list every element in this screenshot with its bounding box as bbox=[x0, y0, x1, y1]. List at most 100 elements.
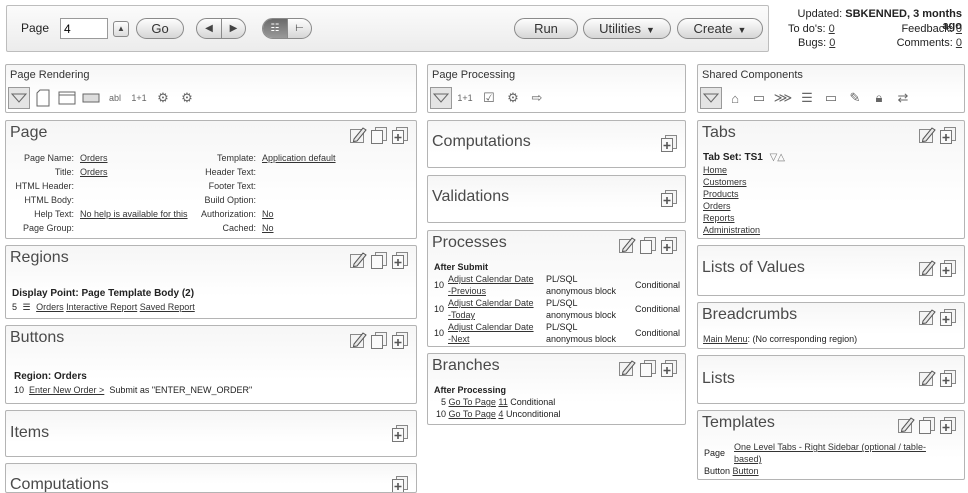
swap-arrows-icon[interactable]: ⇄ bbox=[892, 87, 914, 109]
go-button[interactable]: Go bbox=[136, 18, 184, 39]
lock-icon[interactable]: 🔒︎ bbox=[868, 87, 890, 109]
add-icon[interactable] bbox=[390, 250, 410, 270]
edit-icon[interactable] bbox=[348, 125, 368, 145]
tab-set-toggle-icon[interactable]: ▽△ bbox=[770, 152, 785, 163]
copy-icon[interactable] bbox=[638, 235, 658, 255]
text-item-icon[interactable]: abl bbox=[104, 87, 126, 109]
add-icon[interactable] bbox=[938, 368, 958, 388]
tabs-icon[interactable]: ⌂ bbox=[724, 87, 746, 109]
region-icon[interactable] bbox=[56, 87, 78, 109]
process-gear-icon[interactable]: ⚙ bbox=[502, 87, 524, 109]
enter-new-order-link[interactable]: Enter New Order > bbox=[29, 385, 104, 395]
edit-icon[interactable] bbox=[617, 235, 637, 255]
process-name-link-2[interactable]: -Next bbox=[448, 333, 470, 345]
page-name-link[interactable]: Orders bbox=[80, 151, 108, 165]
copy-icon[interactable] bbox=[369, 250, 389, 270]
bugs-link[interactable]: 0 bbox=[829, 37, 835, 49]
shared-components-toolbar: Shared Components ⌂ ▭ ⋙ ☰ ▭ ✎ 🔒︎ ⇄ bbox=[697, 64, 965, 113]
branch-page-link[interactable]: 11 bbox=[498, 397, 507, 407]
component-view-icon[interactable] bbox=[430, 87, 452, 109]
tab-link-orders[interactable]: Orders bbox=[703, 201, 731, 211]
edit-icon[interactable] bbox=[348, 330, 368, 350]
add-icon[interactable] bbox=[938, 307, 958, 327]
region-type-link[interactable]: Interactive Report bbox=[66, 302, 137, 312]
edit-icon[interactable] bbox=[917, 258, 937, 278]
template-link[interactable]: Application default bbox=[262, 151, 336, 165]
process-name-link-2[interactable]: -Today bbox=[448, 309, 475, 321]
tab-link-administration[interactable]: Administration bbox=[703, 225, 760, 235]
copy-icon[interactable] bbox=[369, 125, 389, 145]
edit-icon[interactable] bbox=[896, 415, 916, 435]
add-icon[interactable] bbox=[659, 235, 679, 255]
run-button[interactable]: Run bbox=[514, 18, 578, 39]
template-icon[interactable]: ▭ bbox=[820, 87, 842, 109]
shared-gears-icon[interactable]: ⚙ bbox=[176, 87, 198, 109]
copy-icon[interactable] bbox=[638, 358, 658, 378]
tab-link-home[interactable]: Home bbox=[703, 165, 727, 175]
computation-icon[interactable]: 1+1 bbox=[454, 87, 476, 109]
button-icon[interactable] bbox=[80, 87, 102, 109]
edit-icon[interactable] bbox=[917, 307, 937, 327]
process-name-link[interactable]: Adjust Calendar Date bbox=[448, 297, 534, 309]
edit-icon[interactable] bbox=[917, 368, 937, 388]
detail-view-icon[interactable]: ☷ bbox=[263, 19, 287, 38]
button-template-link[interactable]: Button bbox=[733, 466, 759, 476]
tab-link-customers[interactable]: Customers bbox=[703, 177, 747, 187]
process-name-link[interactable]: Adjust Calendar Date bbox=[448, 321, 534, 333]
branch-link[interactable]: Go To Page bbox=[449, 397, 496, 407]
breadcrumb-icon[interactable]: ⋙ bbox=[772, 87, 794, 109]
help-text-link[interactable]: No help is available for this bbox=[80, 207, 188, 221]
process-gear-icon[interactable]: ⚙ bbox=[152, 87, 174, 109]
page-template-link-cont[interactable]: based) bbox=[734, 454, 762, 464]
component-view-icon[interactable] bbox=[8, 87, 30, 109]
branch-arrow-icon[interactable]: ⇨ bbox=[526, 87, 548, 109]
next-icon[interactable]: ▶ bbox=[221, 19, 245, 38]
edit-icon[interactable] bbox=[348, 250, 368, 270]
tree-view-icon[interactable]: ⊢ bbox=[287, 19, 311, 38]
feedback-link[interactable]: 0 bbox=[956, 23, 962, 35]
copy-icon[interactable] bbox=[917, 415, 937, 435]
add-icon[interactable] bbox=[659, 188, 679, 208]
prev-icon[interactable]: ◀ bbox=[197, 19, 221, 38]
process-name-link[interactable]: Adjust Calendar Date bbox=[448, 273, 534, 285]
add-icon[interactable] bbox=[659, 358, 679, 378]
utilities-button[interactable]: Utilities ▼ bbox=[583, 18, 671, 39]
processes-panel-title: Processes bbox=[432, 234, 507, 251]
saved-report-link[interactable]: Saved Report bbox=[140, 302, 195, 312]
add-icon[interactable] bbox=[659, 133, 679, 153]
page-icon[interactable] bbox=[32, 87, 54, 109]
component-view-icon[interactable] bbox=[700, 87, 722, 109]
edit-icon[interactable] bbox=[617, 358, 637, 378]
up-arrow-icon[interactable]: ▲ bbox=[113, 21, 129, 37]
items-panel-title: Items bbox=[10, 424, 50, 441]
computation-icon[interactable]: 1+1 bbox=[128, 87, 150, 109]
add-icon[interactable] bbox=[390, 423, 410, 443]
page-number-input[interactable] bbox=[60, 18, 108, 39]
branch-page-link[interactable]: 4 bbox=[498, 409, 503, 419]
add-icon[interactable] bbox=[938, 258, 958, 278]
tab-link-products[interactable]: Products bbox=[703, 189, 739, 199]
add-icon[interactable] bbox=[390, 330, 410, 350]
theme-brush-icon[interactable]: ✎ bbox=[844, 87, 866, 109]
lov-icon[interactable]: ▭ bbox=[748, 87, 770, 109]
validation-check-icon[interactable]: ☑ bbox=[478, 87, 500, 109]
page-attributes-left: Page Name: Orders Title: Orders HTML Heade… bbox=[8, 151, 188, 235]
todos-link[interactable]: 0 bbox=[829, 23, 835, 35]
edit-icon[interactable] bbox=[917, 125, 937, 145]
tab-link-reports[interactable]: Reports bbox=[703, 213, 735, 223]
list-icon[interactable]: ☰ bbox=[796, 87, 818, 109]
add-icon[interactable] bbox=[938, 125, 958, 145]
cached-link[interactable]: No bbox=[262, 221, 274, 235]
add-icon[interactable] bbox=[390, 125, 410, 145]
region-name-link[interactable]: Orders bbox=[36, 302, 64, 312]
process-name-link-2[interactable]: -Previous bbox=[448, 285, 486, 297]
comments-link[interactable]: 0 bbox=[956, 37, 962, 49]
authorization-link[interactable]: No bbox=[262, 207, 274, 221]
create-button[interactable]: Create ▼ bbox=[677, 18, 763, 39]
main-menu-link[interactable]: Main Menu bbox=[703, 334, 748, 344]
title-link[interactable]: Orders bbox=[80, 165, 108, 179]
branch-link[interactable]: Go To Page bbox=[449, 409, 496, 419]
page-template-link[interactable]: One Level Tabs - Right Sidebar (optional… bbox=[734, 442, 926, 452]
copy-icon[interactable] bbox=[369, 330, 389, 350]
add-icon[interactable] bbox=[938, 415, 958, 435]
